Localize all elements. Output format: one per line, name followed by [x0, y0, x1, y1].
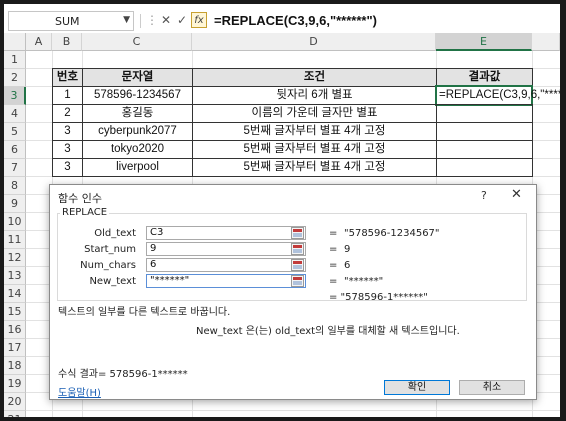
row-header-5[interactable]: 5 [4, 123, 26, 141]
row-header-21[interactable]: 21 [4, 411, 26, 417]
table-cell[interactable]: 3 [52, 158, 83, 177]
table-cell[interactable] [436, 104, 533, 123]
row-header-1[interactable]: 1 [4, 51, 26, 69]
table-cell[interactable]: 홍길동 [82, 104, 193, 123]
equals-sign: = [329, 244, 338, 255]
help-icon[interactable]: ? [481, 189, 487, 202]
table-cell[interactable]: cyberpunk2077 [82, 122, 193, 141]
arg-result-num-chars: 6 [344, 260, 351, 271]
equals-sign: = [329, 228, 338, 239]
new-text-input[interactable]: "******" [146, 274, 306, 288]
row-header-4[interactable]: 4 [4, 105, 26, 123]
dialog-title: 함수 인수 [58, 192, 102, 205]
grid-line [26, 410, 560, 411]
table-cell[interactable]: liverpool [82, 158, 193, 177]
table-cell[interactable]: 578596-1234567 [82, 86, 193, 105]
arg-label-start-num: Start_num [84, 244, 136, 255]
arg-result-start-num: 9 [344, 244, 351, 255]
formula-buttons: ⋮ ✕ ✓ fx [138, 11, 210, 31]
arg-result-old-text: "578596-1234567" [344, 228, 440, 239]
table-cell[interactable]: 5번째 글자부터 별표 4개 고정 [192, 158, 437, 177]
num-chars-input[interactable]: 6 [146, 258, 306, 272]
row-header-3[interactable]: 3 [4, 87, 26, 105]
table-cell[interactable] [436, 140, 533, 159]
range-select-icon[interactable] [291, 259, 304, 271]
new-text-value: "******" [150, 275, 190, 286]
cancel-icon[interactable]: ✕ [158, 12, 174, 28]
table-cell[interactable] [436, 122, 533, 141]
range-select-icon[interactable] [291, 275, 304, 287]
range-select-icon[interactable] [291, 243, 304, 255]
row-header-9[interactable]: 9 [4, 195, 26, 213]
name-box[interactable]: SUM ▼ [8, 11, 134, 31]
old-text-input[interactable]: C3 [146, 226, 306, 240]
row-header-19[interactable]: 19 [4, 375, 26, 393]
column-header-d[interactable]: D [192, 33, 436, 51]
table-cell[interactable]: 2 [52, 104, 83, 123]
help-link[interactable]: 도움말(H) [58, 384, 101, 399]
row-header-8[interactable]: 8 [4, 177, 26, 195]
formula-bar: SUM ▼ ⋮ ✕ ✓ fx =REPLACE(C3,9,6,"******") [4, 9, 560, 34]
table-cell[interactable] [436, 158, 533, 177]
formula-input[interactable]: =REPLACE(C3,9,6,"******") [214, 13, 377, 28]
row-header-11[interactable]: 11 [4, 231, 26, 249]
start-num-input[interactable]: 9 [146, 242, 306, 256]
table-cell[interactable]: 3 [52, 140, 83, 159]
row-header-20[interactable]: 20 [4, 393, 26, 411]
row-header-6[interactable]: 6 [4, 141, 26, 159]
range-select-icon[interactable] [291, 227, 304, 239]
table-cell[interactable]: 1 [52, 86, 83, 105]
row-header-18[interactable]: 18 [4, 357, 26, 375]
function-result: = "578596-1******" [329, 292, 428, 303]
row-header-2[interactable]: 2 [4, 69, 26, 87]
table-cell[interactable]: tokyo2020 [82, 140, 193, 159]
row-header-13[interactable]: 13 [4, 267, 26, 285]
row-header-14[interactable]: 14 [4, 285, 26, 303]
cancel-button[interactable]: 취소 [459, 380, 525, 395]
table-header-condition[interactable]: 조건 [192, 68, 437, 87]
table-header-number[interactable]: 번호 [52, 68, 83, 87]
table-header-string[interactable]: 문자열 [82, 68, 193, 87]
arg-label-num-chars: Num_chars [80, 260, 136, 271]
table-cell[interactable]: 뒷자리 6개 별표 [192, 86, 437, 105]
column-header-b[interactable]: B [52, 33, 82, 51]
row-header-7[interactable]: 7 [4, 159, 26, 177]
column-header-e[interactable]: E [436, 33, 532, 51]
table-cell[interactable]: 5번째 글자부터 별표 4개 고정 [192, 122, 437, 141]
name-box-value: SUM [55, 15, 80, 28]
excel-window: SUM ▼ ⋮ ✕ ✓ fx =REPLACE(C3,9,6,"******")… [4, 4, 560, 417]
arg-label-new-text: New_text [89, 276, 136, 287]
equals-sign: = [329, 260, 338, 271]
function-arguments-dialog: 함수 인수 ? ✕ REPLACE Old_text C3 = "578596-… [49, 184, 537, 400]
table-cell[interactable]: 3 [52, 122, 83, 141]
old-text-value: C3 [150, 227, 164, 238]
close-icon[interactable]: ✕ [511, 187, 522, 202]
start-num-value: 9 [150, 243, 157, 254]
function-name-label: REPLACE [60, 207, 110, 218]
divider [140, 14, 141, 28]
arg-label-old-text: Old_text [94, 228, 136, 239]
column-header-c[interactable]: C [82, 33, 192, 51]
enter-icon[interactable]: ✓ [174, 12, 190, 28]
chevron-down-icon[interactable]: ▼ [123, 15, 130, 25]
table-cell[interactable]: 이름의 가운데 글자만 별표 [192, 104, 437, 123]
function-description: 텍스트의 일부를 다른 텍스트로 바꿉니다. [58, 307, 231, 318]
formula-result: 수식 결과= 578596-1****** [58, 369, 188, 380]
insert-function-icon[interactable]: fx [191, 12, 207, 28]
equals-sign: = [329, 276, 338, 287]
row-header-16[interactable]: 16 [4, 321, 26, 339]
row-header-15[interactable]: 15 [4, 303, 26, 321]
active-cell[interactable]: =REPLACE(C3,9,6,"******") [435, 85, 560, 106]
row-header-12[interactable]: 12 [4, 249, 26, 267]
num-chars-value: 6 [150, 259, 157, 270]
argument-description: New_text 은(는) old_text의 일부를 대체할 새 텍스트입니다… [196, 326, 460, 337]
row-header-10[interactable]: 10 [4, 213, 26, 231]
column-header-a[interactable]: A [26, 33, 52, 51]
arg-result-new-text: "******" [344, 276, 384, 287]
select-all-corner[interactable] [4, 33, 26, 51]
table-cell[interactable]: 5번째 글자부터 별표 4개 고정 [192, 140, 437, 159]
ok-button[interactable]: 확인 [384, 380, 450, 395]
column-header-f[interactable] [532, 33, 560, 51]
row-header-17[interactable]: 17 [4, 339, 26, 357]
